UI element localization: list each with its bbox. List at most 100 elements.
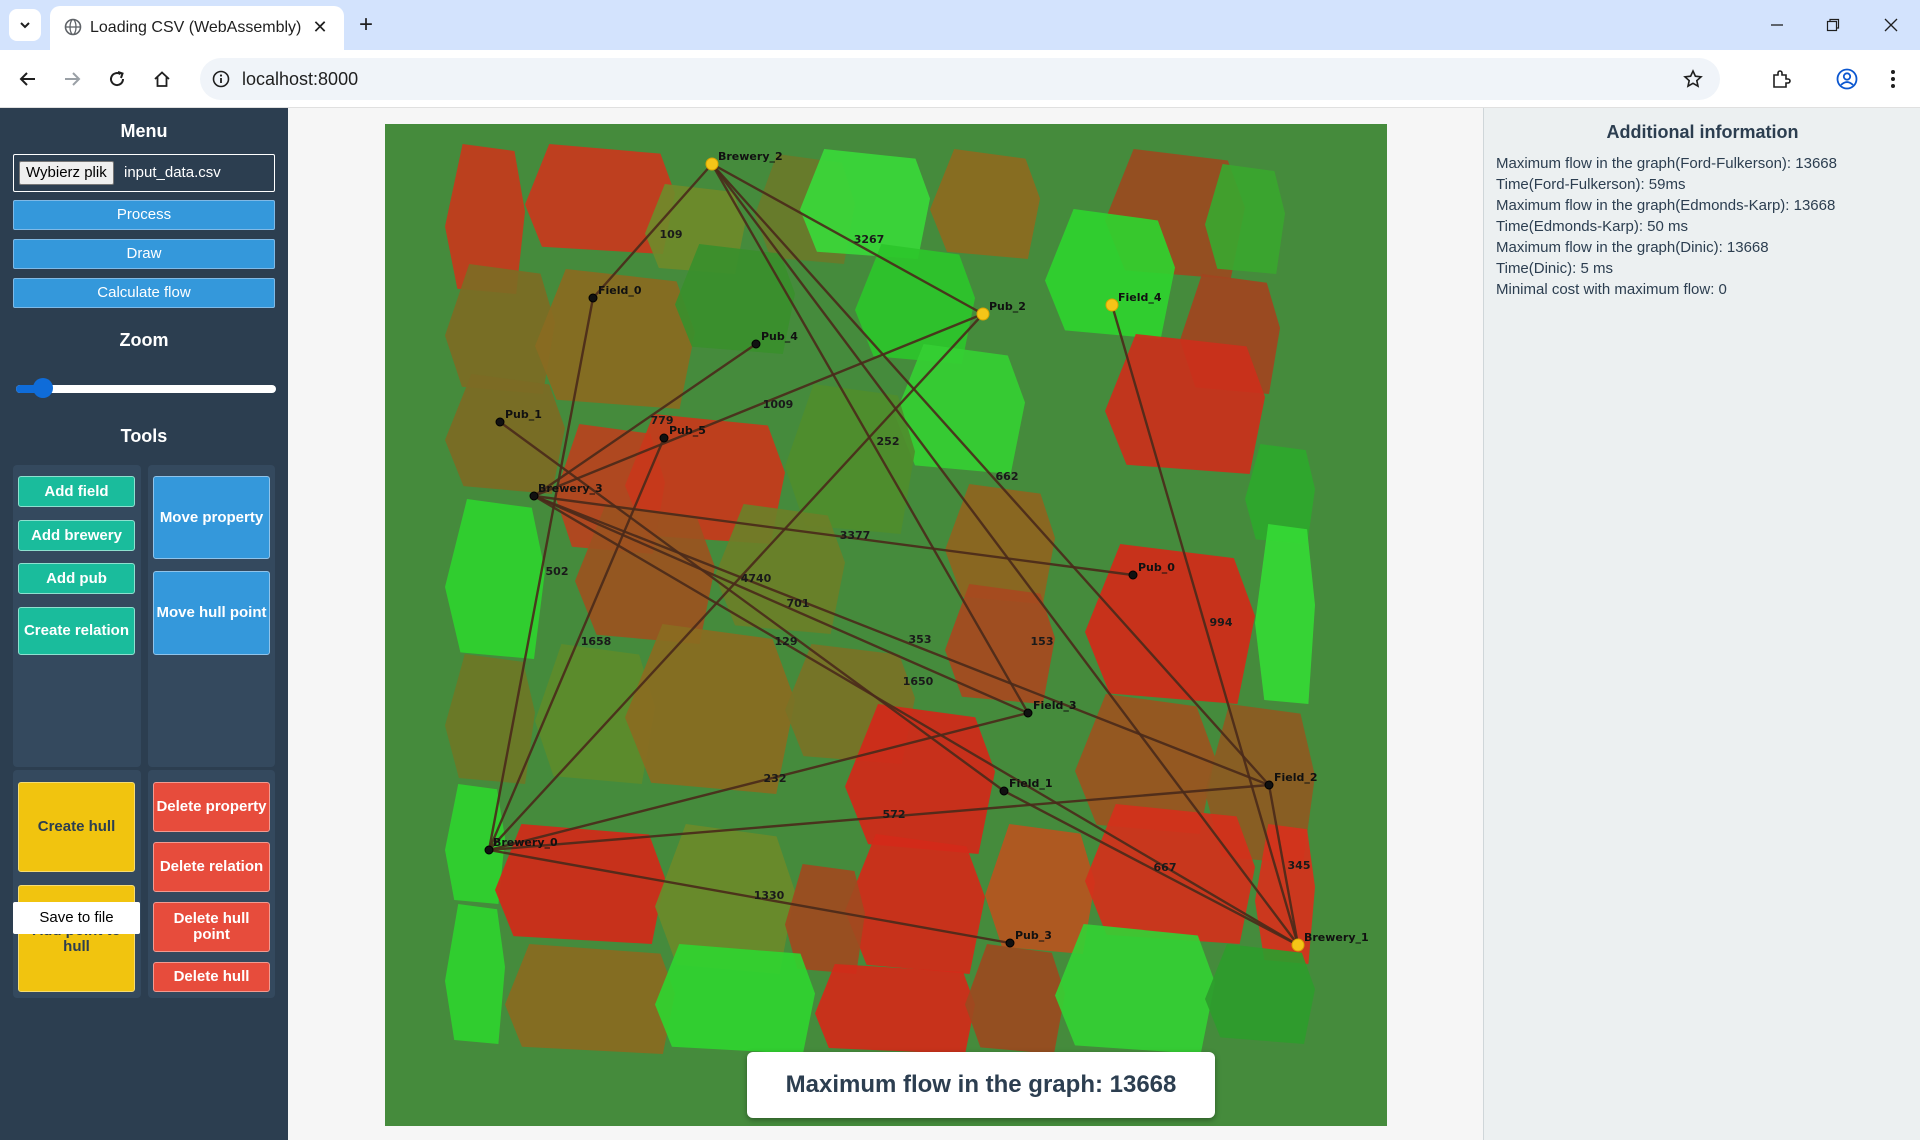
tab-list-button[interactable] xyxy=(9,9,41,41)
node-field[interactable] xyxy=(588,293,598,303)
node-label: Pub_0 xyxy=(1138,561,1175,574)
node-pub[interactable] xyxy=(751,339,761,349)
node-field[interactable] xyxy=(1023,708,1033,718)
restore-icon[interactable] xyxy=(1818,10,1848,40)
minimize-icon[interactable] xyxy=(1762,10,1792,40)
move-property-button[interactable]: Move property xyxy=(153,476,270,559)
calculate-flow-button[interactable]: Calculate flow xyxy=(13,278,275,308)
close-icon[interactable]: ✕ xyxy=(308,15,332,39)
edge-capacity-label: 667 xyxy=(1154,861,1177,874)
info-icon[interactable] xyxy=(206,64,236,94)
reload-icon[interactable] xyxy=(100,62,134,96)
edge-capacity-label: 232 xyxy=(764,772,787,785)
edge-capacity-label: 345 xyxy=(1288,859,1311,872)
node-label: Field_0 xyxy=(598,284,642,297)
file-input[interactable]: Wybierz plik input_data.csv xyxy=(13,154,275,192)
add-brewery-button[interactable]: Add brewery xyxy=(18,520,135,551)
edge-capacity-label: 252 xyxy=(877,435,900,448)
delete-hull-button[interactable]: Delete hull xyxy=(153,962,270,992)
tool-panel-delete: Delete property Delete relation Delete h… xyxy=(148,770,275,998)
edge-capacity-label: 3377 xyxy=(840,529,871,542)
delete-hull-point-button[interactable]: Delete hull point xyxy=(153,902,270,952)
kebab-menu-icon[interactable] xyxy=(1876,62,1910,96)
star-icon[interactable] xyxy=(1680,66,1706,92)
info-line-min-cost: Minimal cost with maximum flow: 0 xyxy=(1496,281,1727,298)
edge-capacity-label: 662 xyxy=(996,470,1019,483)
node-label: Field_1 xyxy=(1009,777,1053,790)
node-label: Pub_1 xyxy=(505,408,542,421)
info-title: Additional information xyxy=(1606,122,1799,142)
edge-capacity-label: 1009 xyxy=(763,398,794,411)
zoom-slider-track[interactable] xyxy=(16,385,276,393)
home-icon[interactable] xyxy=(145,62,179,96)
zoom-title: Zoom xyxy=(119,330,169,350)
hull-region[interactable] xyxy=(1055,924,1215,1054)
info-line-ek-flow: Maximum flow in the graph(Edmonds-Karp):… xyxy=(1496,197,1836,214)
node-brewery[interactable] xyxy=(529,491,539,501)
hull-region[interactable] xyxy=(815,964,975,1054)
node-brewery[interactable] xyxy=(484,845,494,855)
node-pub[interactable] xyxy=(976,307,990,321)
hull-region[interactable] xyxy=(1105,334,1265,474)
map-canvas[interactable]: 109 3267 1009 779 252 662 3377 4740 701 502 1658 12… xyxy=(385,124,1387,1126)
globe-icon xyxy=(64,18,82,36)
browser-tab[interactable]: Loading CSV (WebAssembly) ✕ xyxy=(50,6,344,50)
file-name: input_data.csv xyxy=(124,164,221,181)
hull-region[interactable] xyxy=(505,944,675,1054)
node-field[interactable] xyxy=(999,786,1009,796)
tools-title: Tools xyxy=(120,426,168,446)
browser-toolbar: localhost:8000 xyxy=(0,50,1920,108)
node-label: Brewery_2 xyxy=(718,150,783,163)
max-flow-result: Maximum flow in the graph: 13668 xyxy=(747,1052,1215,1118)
node-label: Pub_2 xyxy=(989,300,1026,313)
create-hull-button[interactable]: Create hull xyxy=(18,782,135,872)
info-panel: Additional information Maximum flow in t… xyxy=(1483,108,1920,1140)
hull-region[interactable] xyxy=(655,944,815,1054)
add-pub-button[interactable]: Add pub xyxy=(18,563,135,594)
node-label: Brewery_1 xyxy=(1304,931,1369,944)
move-hull-point-button[interactable]: Move hull point xyxy=(153,571,270,655)
choose-file-button[interactable]: Wybierz plik xyxy=(19,161,114,185)
delete-property-button[interactable]: Delete property xyxy=(153,782,270,832)
browser-tab-strip: Loading CSV (WebAssembly) ✕ + xyxy=(0,0,1920,50)
node-pub[interactable] xyxy=(1005,938,1015,948)
node-brewery[interactable] xyxy=(1291,938,1305,952)
node-field[interactable] xyxy=(1105,298,1119,312)
zoom-slider-thumb[interactable] xyxy=(32,378,53,398)
node-label: Field_3 xyxy=(1033,699,1077,712)
main-area: 109 3267 1009 779 252 662 3377 4740 701 502 1658 12… xyxy=(288,108,1483,1140)
edge-capacity-label: 701 xyxy=(787,597,810,610)
info-line-ff-flow: Maximum flow in the graph(Ford-Fulkerson… xyxy=(1496,155,1837,172)
tool-panel-add: Add field Add brewery Add pub Create rel… xyxy=(13,465,141,767)
node-pub[interactable] xyxy=(1128,570,1138,580)
node-label: Field_4 xyxy=(1118,291,1162,304)
create-relation-button[interactable]: Create relation xyxy=(18,607,135,655)
draw-button[interactable]: Draw xyxy=(13,239,275,269)
sidebar: Menu Wybierz plik input_data.csv Process… xyxy=(0,108,288,1140)
info-line-ff-time: Time(Ford-Fulkerson): 59ms xyxy=(1496,176,1686,193)
menu-title: Menu xyxy=(120,121,168,141)
delete-relation-button[interactable]: Delete relation xyxy=(153,842,270,892)
node-pub[interactable] xyxy=(495,417,505,427)
node-field[interactable] xyxy=(1264,780,1274,790)
edge-capacity-label: 1330 xyxy=(754,889,785,902)
plus-icon[interactable]: + xyxy=(352,11,380,39)
window-close-icon[interactable] xyxy=(1876,10,1906,40)
extensions-icon[interactable] xyxy=(1764,62,1798,96)
info-line-dinic-time: Time(Dinic): 5 ms xyxy=(1496,260,1613,277)
add-field-button[interactable]: Add field xyxy=(18,476,135,507)
node-pub[interactable] xyxy=(659,433,669,443)
profile-icon[interactable] xyxy=(1830,62,1864,96)
forward-icon[interactable] xyxy=(55,62,89,96)
hull-region[interactable] xyxy=(1085,804,1255,944)
tab-title: Loading CSV (WebAssembly) xyxy=(90,19,302,36)
hull-region[interactable] xyxy=(1205,944,1315,1044)
node-brewery[interactable] xyxy=(705,157,719,171)
address-bar[interactable]: localhost:8000 xyxy=(200,58,1720,100)
save-to-file-button[interactable]: Save to file xyxy=(13,902,140,934)
back-icon[interactable] xyxy=(11,62,45,96)
process-button[interactable]: Process xyxy=(13,200,275,230)
tool-panel-move: Move property Move hull point xyxy=(148,465,275,767)
node-label: Pub_4 xyxy=(761,330,798,343)
chevron-down-icon xyxy=(20,22,30,29)
